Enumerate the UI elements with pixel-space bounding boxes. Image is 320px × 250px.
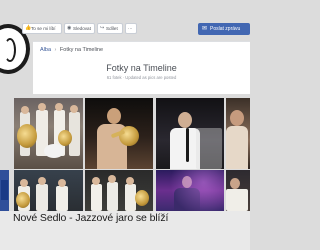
page-action-bar: 👍 To se mi líbí ◉ Sledovat ↪ Sdílet ··· … xyxy=(22,22,250,36)
photo-thumbnail[interactable] xyxy=(85,170,153,211)
share-button-label: Sdílet xyxy=(106,26,118,31)
send-message-label: Poslat zprávu xyxy=(210,26,241,32)
messenger-icon: ✉ xyxy=(202,26,208,32)
breadcrumb-albums-link[interactable]: Alba xyxy=(40,47,51,53)
album-title: Fotky na Timeline xyxy=(106,63,177,73)
post-caption: Nové Sedlo - Jazzové jaro se blíží xyxy=(13,212,169,224)
photo-thumbnail[interactable] xyxy=(156,170,224,211)
photo-thumbnail[interactable] xyxy=(14,170,83,211)
thumbs-up-icon: 👍 xyxy=(25,25,32,31)
breadcrumb-separator-icon: › xyxy=(54,47,57,53)
side-panel-edge xyxy=(0,170,9,211)
share-button[interactable]: ↪ Sdílet xyxy=(97,23,123,34)
send-message-button[interactable]: ✉ Poslat zprávu xyxy=(198,23,250,35)
album-subtitle: 61 fotek · Updated as pics are posted xyxy=(106,75,177,80)
like-button[interactable]: 👍 To se mi líbí xyxy=(22,23,62,34)
photo-thumbnail[interactable] xyxy=(85,98,153,169)
album-header-panel: Alba › Fotky na Timeline Fotky na Timeli… xyxy=(33,41,250,94)
photo-thumbnail[interactable] xyxy=(226,98,250,169)
photo-thumbnail[interactable] xyxy=(226,170,250,211)
rss-icon: ◉ xyxy=(67,25,72,31)
photo-thumbnail[interactable] xyxy=(14,98,83,169)
photo-thumbnail[interactable] xyxy=(156,98,224,169)
breadcrumb-current: Fotky na Timeline xyxy=(59,47,104,53)
more-icon: ··· xyxy=(128,26,133,31)
follow-button-label: Sledovat xyxy=(73,26,91,31)
share-icon: ↪ xyxy=(100,25,105,31)
more-button[interactable]: ··· xyxy=(125,23,137,34)
breadcrumb: Alba › Fotky na Timeline xyxy=(40,47,103,53)
like-button-label: To se mi líbí xyxy=(31,26,56,31)
follow-button[interactable]: ◉ Sledovat xyxy=(64,23,95,34)
